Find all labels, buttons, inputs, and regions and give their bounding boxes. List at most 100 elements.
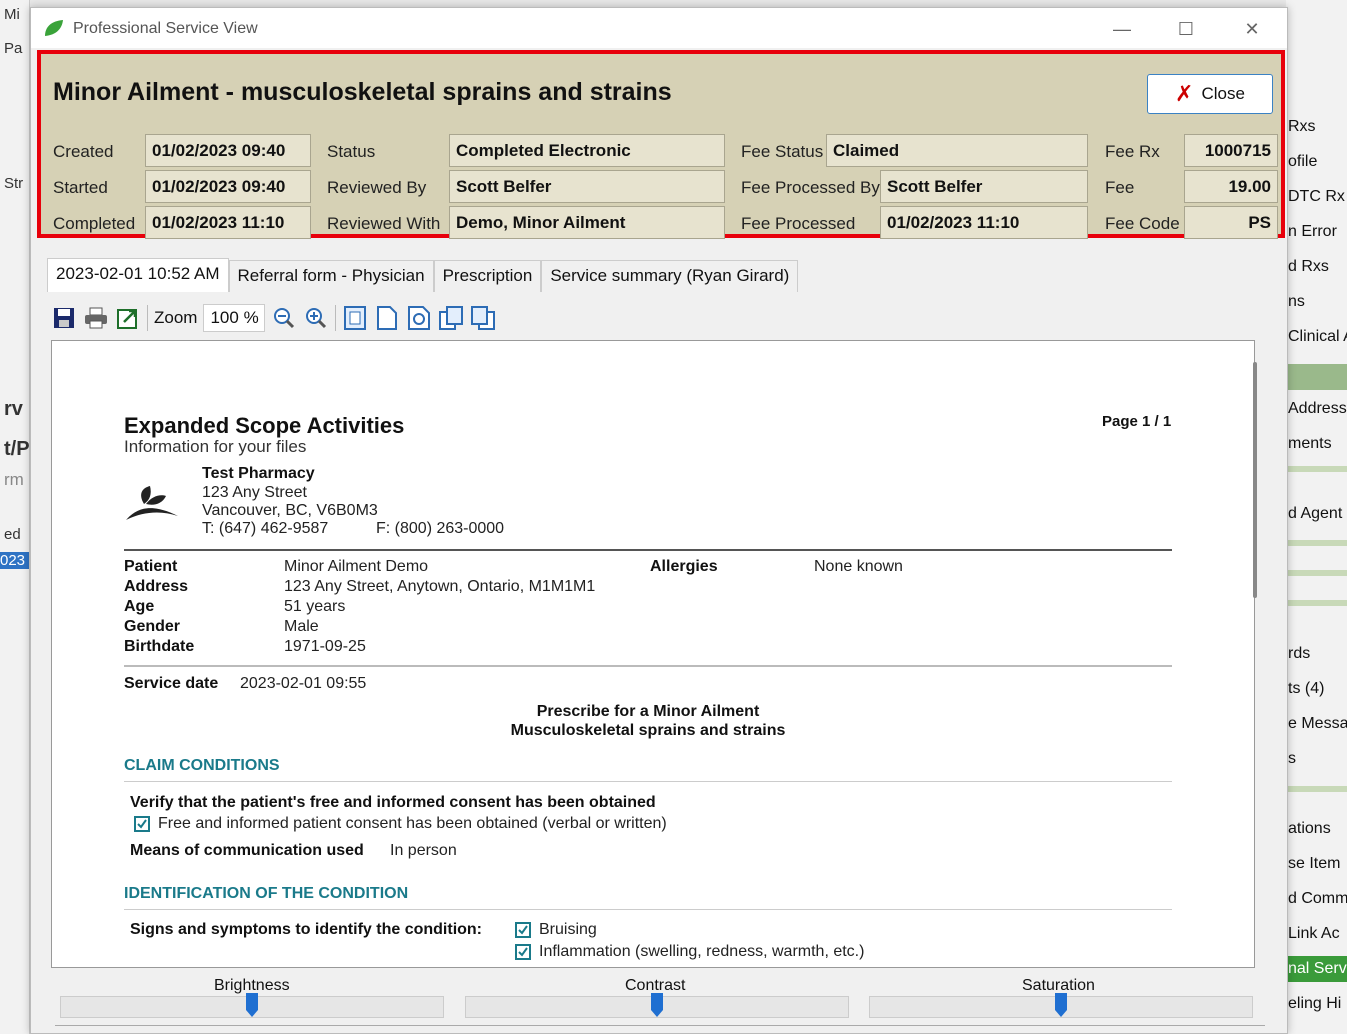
slider-ticks	[55, 1025, 1265, 1031]
zoom-label: Zoom	[154, 308, 198, 327]
patient-value: Minor Ailment Demo	[284, 558, 429, 575]
fee-processed-by-field: Scott Belfer	[880, 170, 1088, 203]
document-heading-2: Musculoskeletal sprains and strains	[510, 722, 786, 739]
page-icon[interactable]	[374, 305, 400, 331]
bg-right-item: se Item	[1288, 855, 1341, 872]
age-label: Age	[124, 598, 155, 615]
professional-service-window: Professional Service View — ☐ ✕ Minor Ai…	[30, 7, 1288, 1034]
bg-right-item: ns	[1288, 293, 1305, 310]
bg-left-text: rv	[4, 398, 23, 420]
tab-service-date[interactable]: 2023-02-01 10:52 AM	[47, 258, 229, 292]
completed-field: 01/02/2023 11:10	[145, 206, 311, 239]
patient-label: Patient	[124, 558, 178, 575]
bg-right-item: ments	[1288, 435, 1332, 452]
fee-code-field: PS	[1184, 206, 1278, 239]
previous-page-icon[interactable]	[438, 305, 464, 331]
minimize-button[interactable]: —	[1099, 14, 1145, 44]
title-bar: Professional Service View — ☐ ✕	[31, 8, 1287, 48]
bg-left-text: Pa	[4, 40, 23, 57]
bg-right-item	[1286, 540, 1347, 546]
bg-left-text: Mi	[4, 6, 20, 23]
close-button-label: Close	[1201, 84, 1245, 103]
bg-right-item: ts (4)	[1288, 680, 1325, 697]
tab-prescription[interactable]: Prescription	[433, 260, 542, 292]
zoom-input[interactable]: 100 %	[203, 304, 266, 332]
bg-left-text: Str	[4, 175, 24, 192]
tab-referral-form[interactable]: Referral form - Physician	[228, 260, 434, 292]
bg-right-item: Address	[1288, 400, 1347, 417]
fee-status-label: Fee Status	[741, 142, 824, 161]
bg-right-item: Link Ac	[1288, 925, 1340, 942]
brightness-slider-thumb[interactable]	[245, 992, 259, 1018]
bg-right-item: ations	[1288, 820, 1331, 837]
birthdate-value: 1971-09-25	[284, 638, 366, 655]
allergies-value: None known	[814, 558, 903, 575]
save-icon[interactable]	[51, 305, 77, 331]
document-subtitle: Information for your files	[124, 437, 307, 456]
signs-label: Signs and symptoms to identify the condi…	[130, 921, 483, 938]
saturation-slider-thumb[interactable]	[1054, 992, 1068, 1018]
fit-page-icon[interactable]	[342, 305, 368, 331]
background-app-right: Rxs ofile DTC Rx n Error d Rxs ns Clinic…	[1286, 0, 1347, 1034]
contrast-slider-thumb[interactable]	[650, 992, 664, 1018]
fee-field: 19.00	[1184, 170, 1278, 203]
completed-label: Completed	[53, 214, 136, 233]
zoom-out-icon[interactable]	[271, 305, 297, 331]
vertical-scrollbar[interactable]	[1253, 362, 1257, 598]
reviewed-with-label: Reviewed With	[327, 214, 441, 233]
reviewed-by-label: Reviewed By	[327, 178, 427, 197]
bg-right-item	[1286, 466, 1347, 472]
bg-left-text: ed	[4, 526, 21, 543]
consent-question: Verify that the patient's free and infor…	[130, 794, 656, 811]
address-value: 123 Any Street, Anytown, Ontario, M1M1M1	[284, 578, 596, 595]
created-label: Created	[53, 142, 114, 161]
fee-processed-field: 01/02/2023 11:10	[880, 206, 1088, 239]
age-value: 51 years	[284, 598, 346, 615]
rotate-icon[interactable]	[406, 305, 432, 331]
close-button[interactable]: ✗ Close	[1147, 74, 1273, 114]
tab-service-summary[interactable]: Service summary (Ryan Girard)	[541, 260, 799, 292]
pharmacy-fax: F: (800) 263-0000	[376, 520, 505, 537]
leaf-icon	[45, 20, 63, 36]
identification-heading: IDENTIFICATION OF THE CONDITION	[124, 885, 409, 902]
page-number: Page 1 / 1	[1102, 413, 1172, 430]
gender-label: Gender	[124, 618, 181, 635]
sign-item: Inflammation (swelling, redness, warmth,…	[539, 943, 865, 960]
communication-value: In person	[390, 842, 457, 859]
document-heading-1: Prescribe for a Minor Ailment	[536, 703, 760, 720]
bg-left-text: rm	[4, 470, 24, 489]
zoom-unit: %	[243, 308, 259, 327]
created-field: 01/02/2023 09:40	[145, 134, 311, 167]
consent-answer: Free and informed patient consent has be…	[158, 815, 667, 832]
next-page-icon[interactable]	[470, 305, 496, 331]
allergies-label: Allergies	[650, 558, 718, 575]
print-icon[interactable]	[83, 305, 109, 331]
checkbox-checked-icon	[134, 816, 150, 832]
reviewed-with-field: Demo, Minor Ailment	[449, 206, 725, 239]
started-field: 01/02/2023 09:40	[145, 170, 311, 203]
pharmacy-logo-icon	[126, 486, 178, 520]
maximize-button[interactable]: ☐	[1163, 14, 1209, 44]
started-label: Started	[53, 178, 108, 197]
bg-right-item: d Comm	[1288, 890, 1347, 907]
close-window-button[interactable]: ✕	[1229, 14, 1275, 44]
bg-right-item: s	[1288, 750, 1296, 767]
window-title: Professional Service View	[73, 20, 258, 37]
document-tabs: 2023-02-01 10:52 AM Referral form - Phys…	[47, 258, 799, 292]
zoom-value: 100	[210, 308, 239, 327]
bg-left-text: 023	[0, 552, 29, 569]
status-field: Completed Electronic	[449, 134, 725, 167]
bg-left-text: t/P	[4, 438, 30, 460]
birthdate-label: Birthdate	[124, 638, 195, 655]
fee-rx-label: Fee Rx	[1105, 142, 1160, 161]
bg-right-item	[1286, 364, 1347, 390]
pharmacy-name: Test Pharmacy	[202, 465, 315, 482]
document-title: Expanded Scope Activities	[124, 413, 405, 438]
zoom-in-icon[interactable]	[303, 305, 329, 331]
reviewed-by-field: Scott Belfer	[449, 170, 725, 203]
bg-right-item: e Messa	[1288, 715, 1347, 732]
export-icon[interactable]	[115, 305, 141, 331]
document-viewer[interactable]: Expanded Scope Activities Information fo…	[51, 340, 1255, 968]
close-icon: ✗	[1175, 81, 1194, 106]
address-label: Address	[124, 578, 189, 595]
